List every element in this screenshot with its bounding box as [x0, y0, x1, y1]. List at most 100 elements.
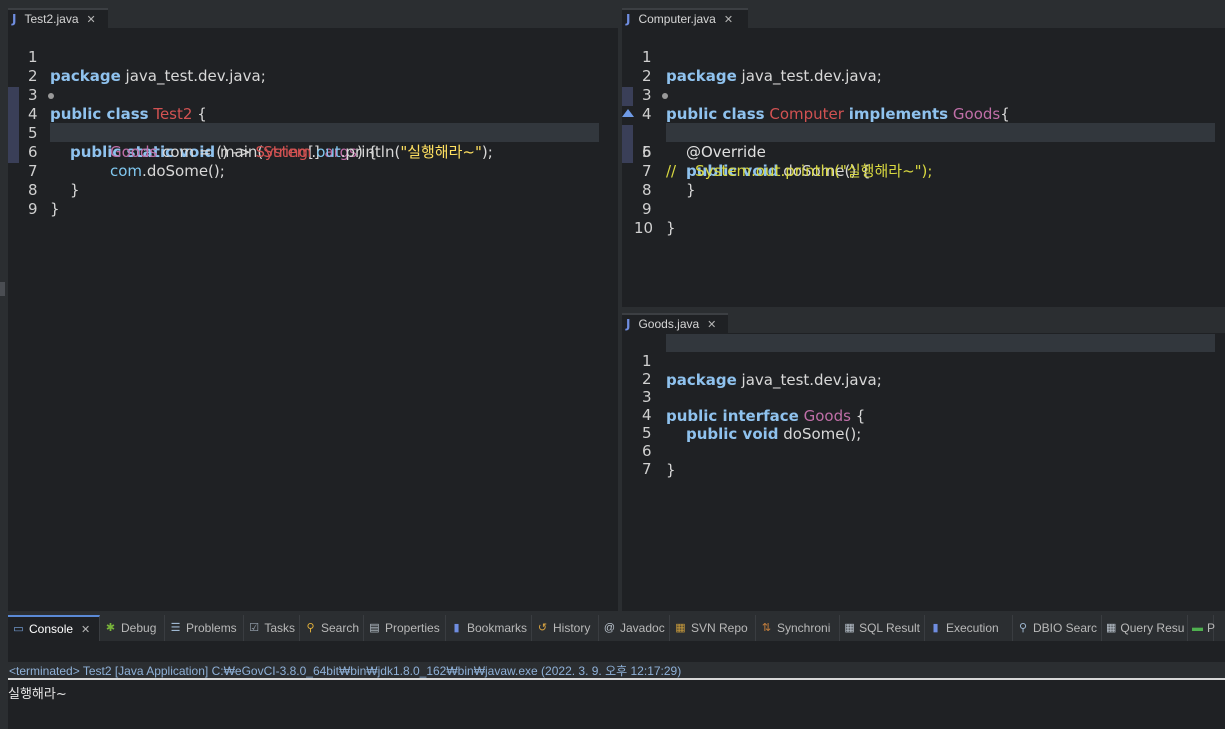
code-line: 2 [8, 48, 618, 85]
tab-bookmarks[interactable]: ▮ Bookmarks [446, 615, 532, 641]
properties-icon: ▤ [369, 622, 380, 634]
code-line: 7 } [622, 143, 1225, 199]
tab-label: Query Resu [1120, 621, 1185, 635]
editor-tabstrip: J Goods.java ✕ [622, 313, 1225, 333]
code-line: 3 public class Test2 { [8, 67, 618, 123]
code-line: 6 // System.out.println("실행해라~"); [622, 124, 1225, 180]
tab-dbio-search[interactable]: ⚲ DBIO Searc [1013, 615, 1102, 641]
close-icon[interactable]: ✕ [724, 13, 733, 26]
code-area[interactable]: 1 package java_test.dev.java; 2 3 public… [622, 333, 1225, 611]
tab-label: Bookmarks [466, 621, 527, 635]
code-area[interactable]: 1 package java_test.dev.java; 2 3 public… [622, 28, 1225, 307]
code-line: 4 @Override [622, 86, 1225, 161]
override-arrow-icon[interactable] [622, 109, 634, 117]
tab-label: Execution [946, 621, 999, 635]
code-line: 10 [622, 200, 1225, 237]
line-number: 7 [642, 460, 652, 478]
editor-goods[interactable]: J Goods.java ✕ 1 package java_test.dev.j… [622, 313, 1225, 611]
tab-label: History [553, 621, 591, 635]
tab-label: P [1207, 621, 1216, 635]
at-icon: @ [603, 622, 616, 634]
tab-javadoc[interactable]: @ Javadoc [599, 615, 670, 641]
tab-query-result[interactable]: ▦ Query Resu [1102, 615, 1188, 641]
code-line: 5 Goods com = () -> System.out.println("… [8, 105, 618, 161]
code-line: 7 [622, 441, 1225, 478]
tab-label: Search [320, 621, 359, 635]
tab-label: Javadoc [620, 621, 665, 635]
tab-label: SQL Result [859, 621, 920, 635]
code-line: 6 } [622, 423, 1225, 479]
code-line: 9 [8, 181, 618, 218]
code-line: 8 } [8, 162, 618, 218]
editor-computer[interactable]: J Computer.java ✕ 1 package java_test.de… [622, 8, 1225, 307]
code-line: 4 public void doSome(); [622, 387, 1225, 443]
code-line: 1 package java_test.dev.java; [622, 333, 1225, 389]
tab-debug[interactable]: ✱ Debug [100, 615, 165, 641]
code-line: 4 public static void main(String[] args)… [8, 86, 618, 161]
tab-sql-result[interactable]: ▦ SQL Result [840, 615, 925, 641]
tab-goods-java[interactable]: J Goods.java ✕ [622, 313, 728, 333]
console-view: ▭ Console ✕ ✱ Debug ☰ Problems ☑ Tasks ⚲ Sea… [8, 615, 1225, 729]
editor-tabstrip: J Test2.java ✕ [8, 8, 618, 28]
sash-handle[interactable] [0, 282, 5, 296]
tab-label: Computer.java [638, 12, 716, 26]
tab-label: SVN Repo [691, 621, 748, 635]
code-area[interactable]: 1 package java_test.dev.java; 2 3 public… [8, 28, 618, 611]
problems-icon: ☰ [170, 622, 181, 634]
view-tabs: ▭ Console ✕ ✱ Debug ☰ Problems ☑ Tasks ⚲ Sea… [8, 615, 1225, 641]
console-output[interactable]: 실행해라~ [8, 683, 67, 702]
code-line: 9 } [622, 181, 1225, 237]
code-line: 2 [622, 48, 1225, 85]
code-text: } [666, 219, 676, 237]
svn-icon: ▦ [675, 622, 686, 634]
code-line: 5 public void doSome() { [622, 105, 1225, 180]
tab-label: Synchroni [777, 621, 831, 635]
tab-search[interactable]: ⚲ Search [300, 615, 364, 641]
tab-label: Test2.java [24, 12, 79, 26]
tab-console[interactable]: ▭ Console ✕ [8, 615, 100, 641]
tab-label: Debug [121, 621, 157, 635]
tab-overflow[interactable]: ▬ P [1188, 615, 1216, 641]
tab-label: Tasks [264, 621, 295, 635]
code-line: 1 package java_test.dev.java; [8, 29, 618, 85]
divider [8, 678, 1225, 680]
bug-icon: ✱ [105, 622, 116, 634]
tab-synchronize[interactable]: ⇅ Synchroni [756, 615, 840, 641]
code-line: 3 public interface Goods { [622, 369, 1225, 425]
line-number: 9 [28, 200, 38, 218]
grid-icon: ▦ [1106, 622, 1117, 634]
close-icon[interactable]: ✕ [707, 318, 716, 331]
close-icon[interactable]: ✕ [87, 13, 96, 26]
tab-problems[interactable]: ☰ Problems [165, 615, 244, 641]
monitor-icon: ▭ [13, 623, 24, 635]
history-icon: ↺ [537, 622, 548, 634]
java-file-icon: J [626, 317, 631, 331]
code-text: } [666, 461, 676, 479]
tab-execution[interactable]: ▮ Execution [925, 615, 1013, 641]
tab-computer-java[interactable]: J Computer.java ✕ [622, 8, 748, 28]
fold-collapse-icon[interactable] [662, 93, 668, 99]
execution-icon: ▮ [932, 622, 939, 634]
panel-icon: ▬ [1192, 622, 1203, 634]
tab-svn-repo[interactable]: ▦ SVN Repo [670, 615, 756, 641]
java-file-icon: J [12, 12, 17, 26]
code-line: 7 } [8, 143, 618, 199]
table-icon: ▦ [844, 622, 855, 634]
search-icon: ⚲ [306, 622, 315, 634]
dbio-icon: ⚲ [1018, 622, 1028, 634]
tab-test2-java[interactable]: J Test2.java ✕ [8, 8, 108, 28]
editor-tabstrip: J Computer.java ✕ [622, 8, 1225, 28]
code-line: 5 [622, 405, 1225, 442]
tab-label: DBIO Searc [1032, 621, 1097, 635]
code-text: } [50, 200, 60, 218]
editor-test2[interactable]: J Test2.java ✕ 1 package java_test.dev.j… [8, 8, 618, 611]
tab-properties[interactable]: ▤ Properties [364, 615, 446, 641]
tab-label: Console [29, 622, 74, 636]
tab-history[interactable]: ↺ History [532, 615, 599, 641]
close-icon[interactable]: ✕ [81, 623, 90, 636]
code-line: 2 [622, 351, 1225, 388]
fold-collapse-icon[interactable] [48, 93, 54, 99]
code-line: 3 public class Computer implements Goods… [622, 67, 1225, 123]
tab-label: Properties [385, 621, 440, 635]
tab-tasks[interactable]: ☑ Tasks [244, 615, 300, 641]
